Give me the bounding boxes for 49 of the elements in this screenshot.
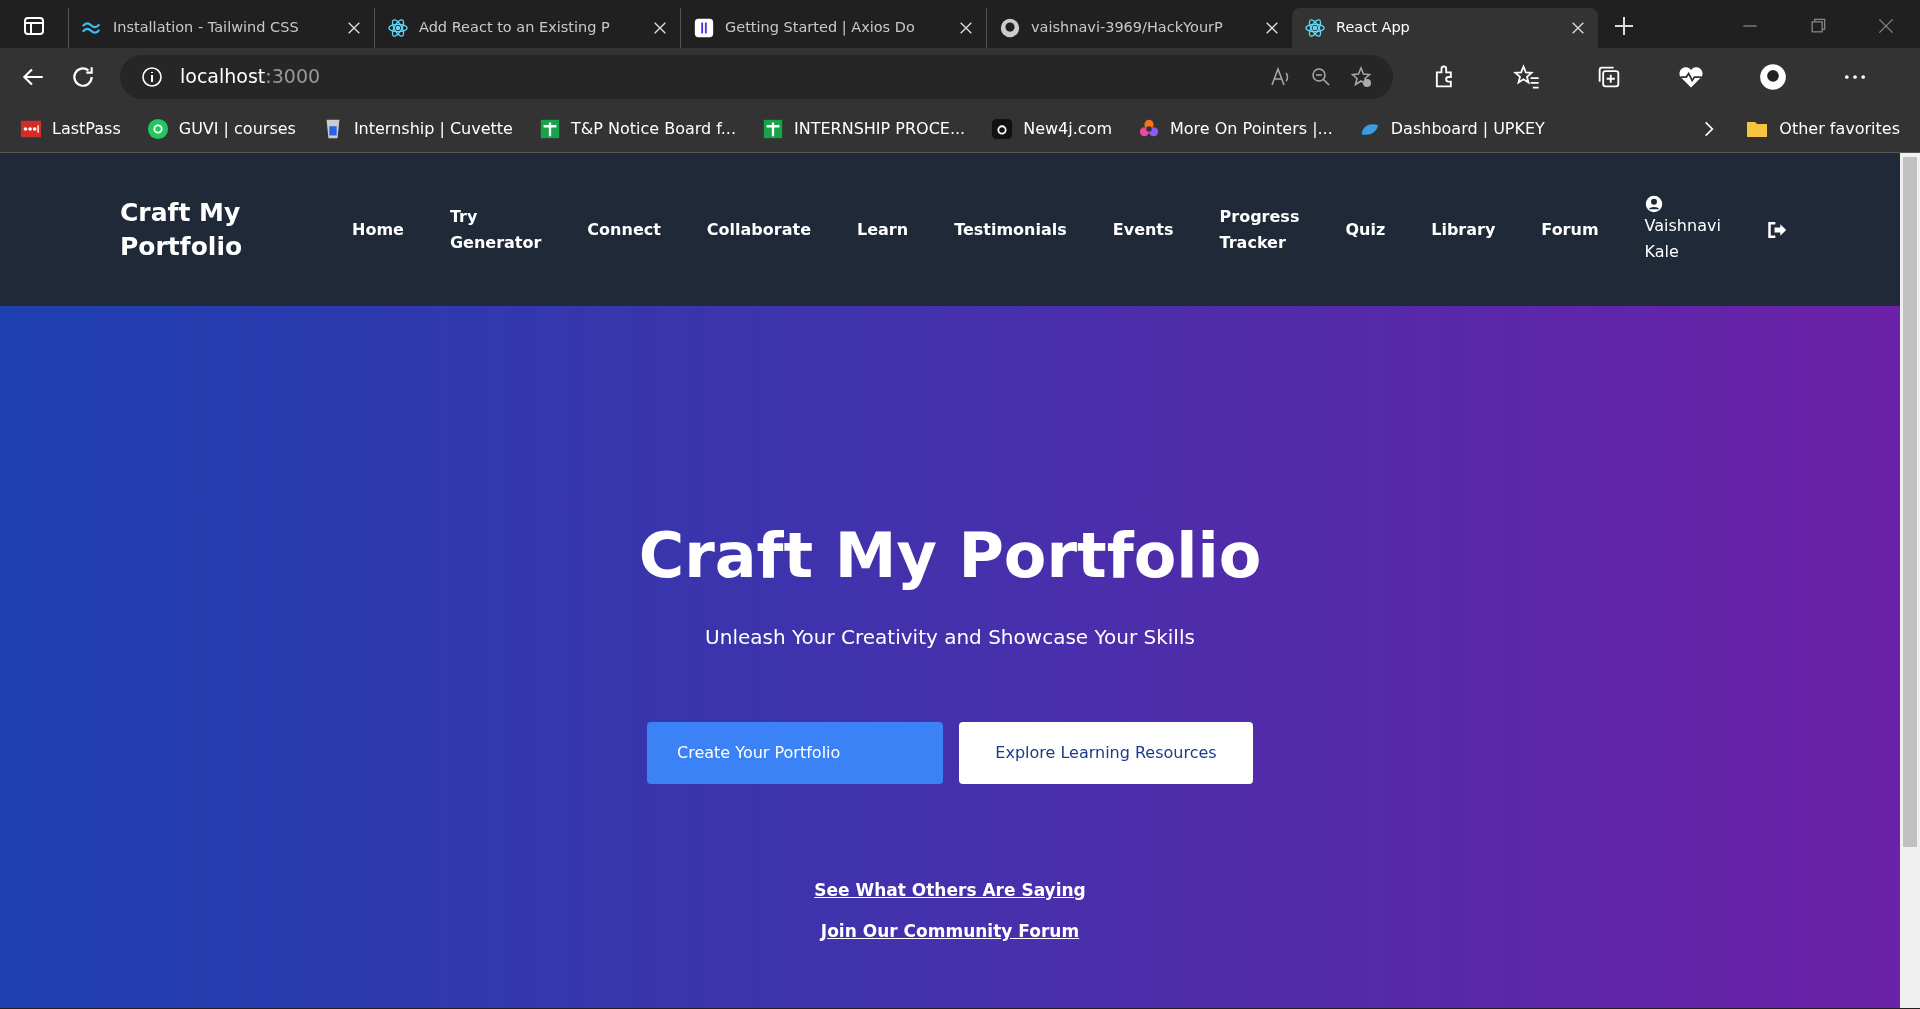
hero-link[interactable]: Join Our Community Forum — [820, 919, 1080, 945]
browser-tab[interactable]: React App — [1292, 8, 1598, 48]
close-icon[interactable] — [1570, 20, 1586, 36]
hero-link[interactable]: See What Others Are Saying — [814, 877, 1086, 904]
bookmark-link[interactable]: Internship | Cuvette — [321, 116, 513, 141]
nav-link[interactable]: Progress Tracker — [1219, 203, 1300, 256]
hero-subtitle: Unleash Your Creativity and Showcase Your Skills — [705, 623, 1195, 651]
plus-icon[interactable] — [1612, 14, 1636, 38]
favorites-icon[interactable] — [1513, 62, 1541, 91]
atom-icon — [387, 17, 409, 39]
bookmark-link[interactable]: GUVI | courses — [146, 116, 296, 141]
star-plus-icon[interactable] — [1349, 64, 1373, 89]
bookmark-link[interactable]: More On Pointers |... — [1138, 116, 1333, 141]
info-icon[interactable] — [140, 64, 164, 89]
hero-button[interactable]: Create Your Portfolio — [647, 721, 943, 784]
bookmark-folder[interactable]: Other favorites — [1745, 116, 1900, 141]
logout-icon[interactable] — [1766, 219, 1787, 240]
nav-link[interactable]: Testimonials — [954, 216, 1067, 243]
sidebar-icon — [22, 14, 46, 38]
bookmark-link[interactable]: Dashboard | UPKEY — [1358, 116, 1545, 141]
bookmark-link[interactable]: INTERNSHIP PROCE... — [762, 116, 966, 141]
nav-link[interactable]: Learn — [857, 216, 909, 243]
user-icon — [1644, 194, 1663, 213]
nav-link[interactable]: Forum — [1541, 216, 1599, 243]
address-field[interactable]: localhost:3000 — [120, 54, 1393, 99]
nav-link[interactable]: Collaborate — [706, 216, 811, 243]
hero-button[interactable]: Explore Learning Resources — [959, 721, 1253, 784]
hero-title: Craft My Portfolio — [638, 519, 1262, 594]
nav-link[interactable]: Events — [1112, 216, 1174, 243]
bookmark-link[interactable]: T&P Notice Board f... — [538, 116, 736, 141]
sheet-icon — [762, 117, 784, 140]
brand-logo[interactable]: Craft My Portfolio — [120, 195, 260, 264]
bookmark-link[interactable]: LastPass — [20, 116, 121, 141]
bookmark-link[interactable]: New4j.com — [991, 116, 1112, 141]
sheet-icon — [538, 117, 561, 140]
user-name: Vaishnavi Kale — [1644, 214, 1721, 263]
nav-link[interactable]: Connect — [587, 216, 661, 243]
atom-icon — [1304, 17, 1326, 39]
nav-link[interactable]: Try Generator — [449, 203, 542, 256]
scrollbar[interactable] — [1900, 153, 1920, 1008]
close-icon[interactable] — [958, 20, 974, 36]
nav-link[interactable]: Home — [352, 216, 404, 243]
nav-link[interactable]: Library — [1431, 216, 1496, 243]
close-icon[interactable] — [652, 20, 668, 36]
nav-link[interactable]: Quiz — [1345, 216, 1386, 243]
circle-icon — [146, 117, 169, 140]
avatar-icon[interactable] — [1759, 62, 1787, 91]
close-icon[interactable] — [1264, 20, 1280, 36]
close-icon[interactable] — [346, 20, 362, 36]
